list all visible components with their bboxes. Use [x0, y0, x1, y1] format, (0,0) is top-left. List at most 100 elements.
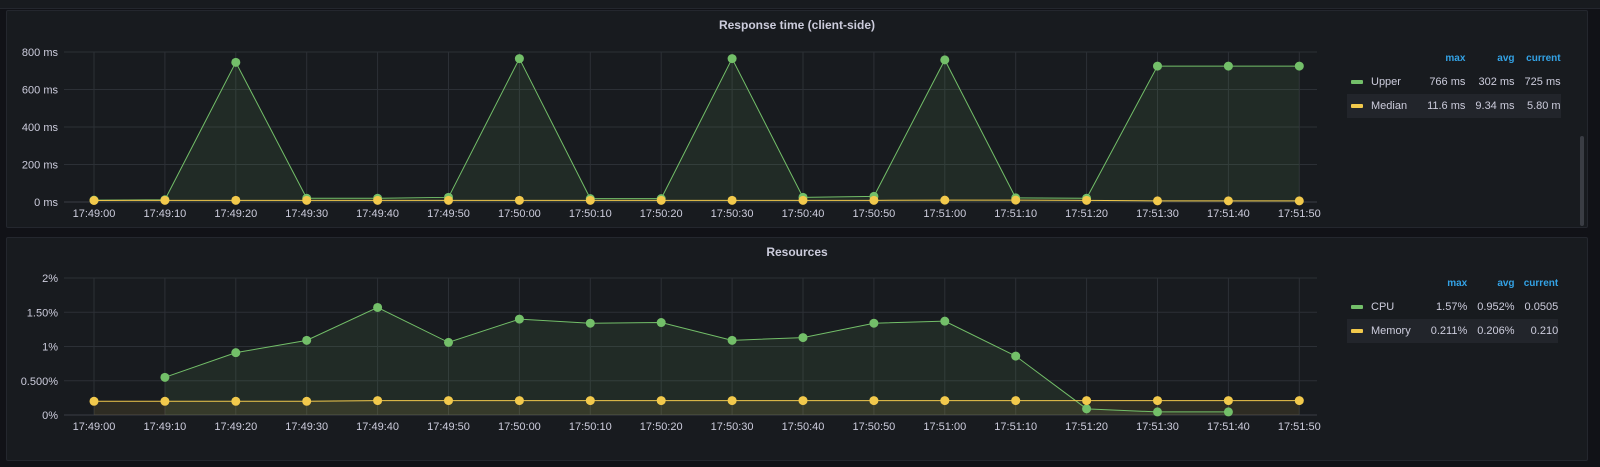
x-tick-label: 17:50:40 [782, 421, 825, 433]
resources-chart: 0% 0.500% 1% 1.50% 2% 17:49:00 17:49:10 17:49:2… [21, 273, 1321, 433]
data-point-memory [1153, 396, 1162, 406]
y-tick-label: 1% [42, 342, 58, 354]
legend-row-upper[interactable]: Upper 766 ms 302 ms 725 ms [1347, 70, 1561, 94]
data-point-memory [231, 396, 241, 406]
legend-current: 0.0505 [1524, 301, 1559, 313]
data-point-memory [585, 396, 595, 406]
legend-swatch [1351, 329, 1363, 334]
x-tick-label: 17:50:20 [640, 208, 683, 220]
x-tick-label: 17:50:30 [711, 421, 754, 433]
legend-row-cpu[interactable]: CPU 1.57% 0.952% 0.0505 [1347, 295, 1558, 319]
y-tick-label: 200 ms [22, 160, 59, 172]
data-point-memory [302, 396, 312, 406]
x-tick-label: 17:49:40 [356, 208, 399, 220]
data-point-upper [1153, 61, 1162, 71]
y-tick-label: 1.50% [27, 307, 58, 319]
legend-series-name: Median [1371, 100, 1408, 112]
data-point-cpu [656, 318, 666, 328]
x-tick-label: 17:49:10 [143, 208, 186, 220]
data-point-cpu [373, 302, 383, 312]
data-point-upper [727, 54, 737, 64]
x-tick-label: 17:49:50 [427, 208, 470, 220]
x-tick-label: 17:50:50 [852, 421, 895, 433]
legend-max: 1.57% [1436, 301, 1468, 313]
data-point-median [585, 195, 595, 205]
data-point-cpu [1082, 404, 1092, 414]
legend-avg: 0.952% [1477, 301, 1515, 313]
x-tick-label: 17:49:10 [143, 421, 186, 433]
data-point-memory [1082, 396, 1092, 406]
x-tick-label: 17:50:30 [711, 208, 754, 220]
data-point-cpu [444, 337, 453, 347]
x-tick-label: 17:51:20 [1065, 208, 1108, 220]
x-tick-label: 17:50:00 [498, 421, 541, 433]
data-point-cpu [585, 318, 595, 328]
x-tick-label: 17:50:50 [852, 208, 895, 220]
x-tick-label: 17:49:30 [285, 208, 328, 220]
x-tick-label: 17:50:00 [498, 208, 541, 220]
legend-header-avg: avg [1497, 52, 1515, 64]
data-point-memory [869, 396, 879, 406]
resources-legend: max avg current CPU 1.57% 0.952% 0.0505 … [1347, 277, 1559, 343]
data-point-memory [727, 396, 737, 406]
data-point-cpu [798, 333, 808, 343]
data-point-memory [940, 396, 950, 406]
data-point-cpu [231, 348, 241, 358]
x-tick-label: 17:50:10 [569, 208, 612, 220]
data-point-memory [1011, 396, 1021, 406]
data-point-cpu [302, 335, 312, 345]
x-tick-label: 17:51:40 [1207, 208, 1250, 220]
y-tick-label: 800 ms [22, 47, 59, 59]
data-point-median [373, 195, 383, 205]
data-point-cpu [1223, 407, 1233, 417]
data-point-upper [940, 55, 950, 65]
x-tick-label: 17:51:10 [994, 421, 1037, 433]
x-tick-label: 17:50:20 [640, 421, 683, 433]
series-area-upper [94, 58, 1300, 202]
legend-header-max: max [1445, 52, 1466, 64]
x-tick-label: 17:51:10 [994, 208, 1037, 220]
x-tick-label: 17:51:50 [1278, 421, 1321, 433]
data-point-cpu [869, 318, 879, 328]
data-point-upper [1294, 61, 1304, 71]
y-tick-label: 400 ms [22, 122, 59, 134]
data-point-memory [373, 396, 383, 406]
legend-max: 766 ms [1429, 76, 1466, 88]
data-point-memory [1294, 396, 1304, 406]
response-time-chart: 0 ms 200 ms 400 ms 600 ms 800 ms 17:49:00 17:4… [22, 47, 1321, 220]
x-tick-label: 17:51:30 [1136, 421, 1179, 433]
legend-series-name: Upper [1371, 76, 1401, 88]
x-tick-label: 17:49:00 [73, 421, 116, 433]
legend-row-median[interactable]: Median 11.6 ms 9.34 ms 5.80 m [1347, 94, 1561, 118]
resources-panel: Resources 0% 0.500% 1% 1.50% 2% 17:49:00 17:49… [6, 237, 1588, 461]
legend-scrollbar[interactable] [1580, 136, 1584, 226]
data-point-median [727, 195, 737, 205]
dashboard-top-strip [0, 0, 1600, 9]
x-tick-label: 17:50:10 [569, 421, 612, 433]
response-time-legend: max avg current Upper 766 ms 302 ms 725 … [1347, 52, 1561, 118]
data-point-memory [1223, 396, 1233, 406]
x-tick-label: 17:51:20 [1065, 421, 1108, 433]
data-point-median [1011, 195, 1021, 205]
data-point-median [869, 195, 879, 205]
data-point-median [1082, 195, 1092, 205]
data-point-memory [89, 396, 99, 406]
legend-header-avg: avg [1497, 277, 1515, 289]
x-tick-label: 17:51:00 [923, 208, 966, 220]
data-point-median [798, 195, 808, 205]
data-point-cpu [514, 314, 524, 324]
x-tick-label: 17:51:30 [1136, 208, 1179, 220]
x-tick-label: 17:49:30 [285, 421, 328, 433]
data-point-upper [1223, 61, 1233, 71]
data-point-median [1223, 196, 1233, 206]
data-point-median [231, 195, 241, 205]
data-point-cpu [1011, 351, 1021, 361]
x-tick-label: 17:49:00 [73, 208, 116, 220]
data-point-median [302, 195, 312, 205]
legend-series-name: Memory [1371, 325, 1411, 337]
legend-current: 725 ms [1524, 76, 1561, 88]
legend-row-memory[interactable]: Memory 0.211% 0.206% 0.210 [1347, 319, 1559, 343]
data-point-cpu [1153, 407, 1162, 417]
x-tick-label: 17:49:20 [214, 421, 257, 433]
legend-max: 11.6 ms [1417, 94, 1466, 118]
